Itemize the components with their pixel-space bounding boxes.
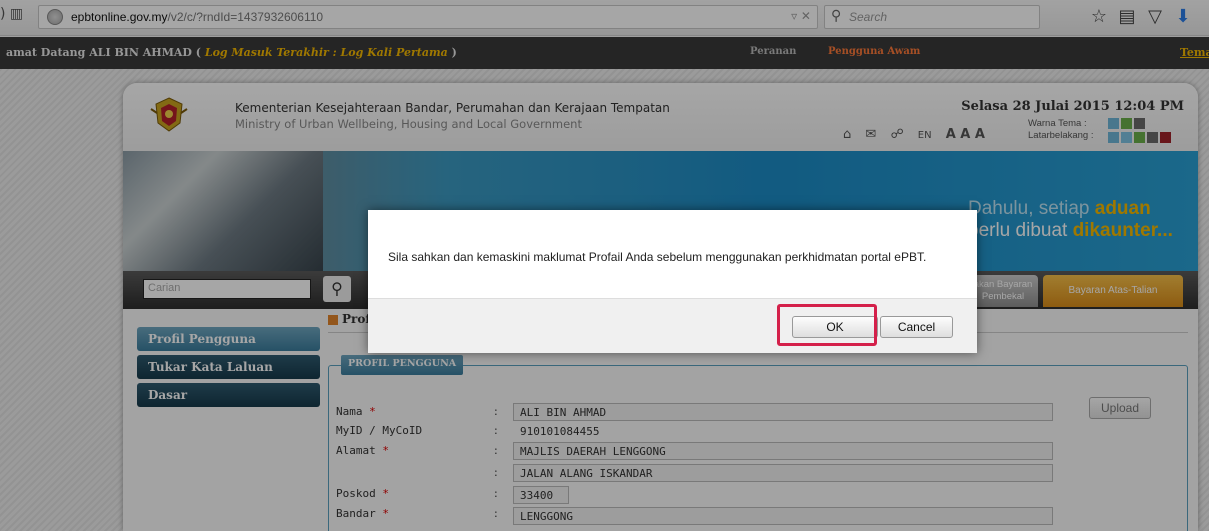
cancel-button[interactable]: Cancel bbox=[880, 316, 953, 338]
dialog-footer: OK Cancel bbox=[368, 298, 977, 353]
ok-highlight-box bbox=[777, 304, 877, 346]
confirm-dialog: Sila sahkan dan kemaskini maklumat Profa… bbox=[368, 210, 977, 353]
dialog-message: Sila sahkan dan kemaskini maklumat Profa… bbox=[388, 250, 927, 264]
